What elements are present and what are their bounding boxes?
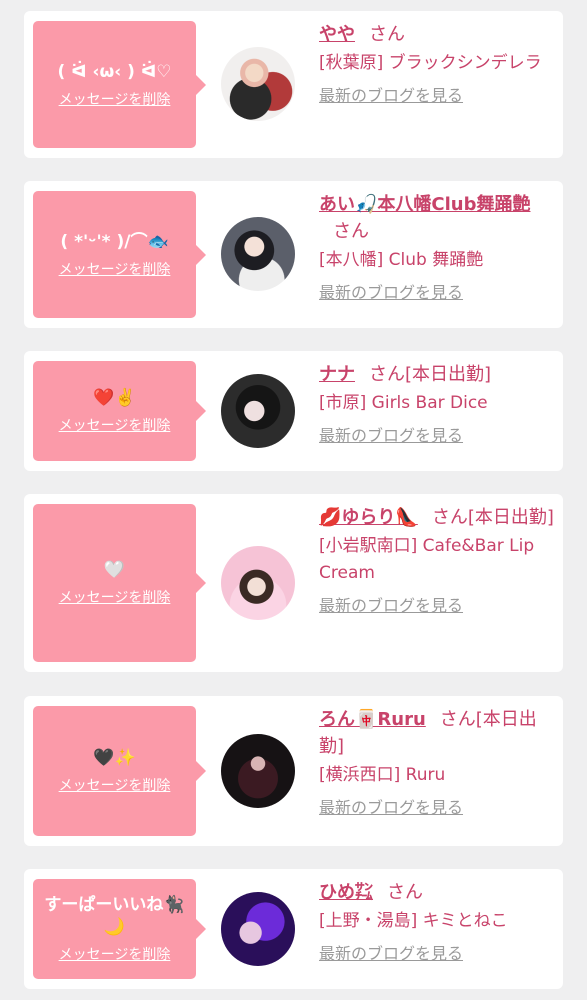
latest-blog-link[interactable]: 最新のブログを見る [319,85,463,107]
honorific: さん[本日出勤] [431,507,554,528]
avatar[interactable] [221,47,295,121]
cast-info: 💋ゆらり👠 さん[本日出勤] [小岩駅南口] Cafe&Bar Lip Cream… [319,504,555,617]
message-bubble: ( *'ᵕ'* )/⌒🐟 メッセージを削除 [33,191,206,318]
message-card: ( ᐛ ‹ω‹ ) ᐛ♡ メッセージを削除 やや さん [秋葉原] ブラックシンデ… [24,11,563,158]
cast-name-link[interactable]: ろん🀄Ruru [319,709,426,730]
cast-name-link[interactable]: やや [319,24,355,45]
message-card: 🤍 メッセージを削除 💋ゆらり👠 さん[本日出勤] [小岩駅南口] Cafe&Ba… [24,494,563,672]
delete-message-link[interactable]: メッセージを削除 [59,259,171,279]
latest-blog-link[interactable]: 最新のブログを見る [319,943,463,965]
shop-name: [横浜西口] Ruru [319,765,446,785]
message-bubble: すーぱーいいね🐈‍⬛🌙 メッセージを削除 [33,879,206,979]
shop-name: [小岩駅南口] Cafe&Bar Lip Cream [319,536,535,583]
shop-name: [秋葉原] ブラックシンデレラ [319,53,542,73]
cast-info: ひめ㌠ さん [上野・湯島] キミとねこ 最新のブログを見る [319,879,555,965]
honorific: さん [333,221,369,242]
latest-blog-link[interactable]: 最新のブログを見る [319,797,463,819]
message-card: すーぱーいいね🐈‍⬛🌙 メッセージを削除 ひめ㌠ さん [上野・湯島] キミとねこ… [24,869,563,989]
message-text: ( ᐛ ‹ω‹ ) ᐛ♡ [57,61,172,82]
latest-blog-link[interactable]: 最新のブログを見る [319,425,463,447]
avatar[interactable] [221,374,295,448]
avatar[interactable] [221,734,295,808]
cast-info: あい🎣本八幡Club舞踊艶さん [本八幡] Club 舞踊艶 最新のブログを見る [319,191,555,304]
cast-name-link[interactable]: ナナ [319,364,355,385]
message-text: 🤍 [103,560,126,580]
message-text: 🖤✨ [93,748,136,768]
honorific: さん [369,24,405,45]
message-text: ❤️✌️ [93,388,136,408]
message-text: すーぱーいいね🐈‍⬛🌙 [44,895,185,937]
message-bubble: ( ᐛ ‹ω‹ ) ᐛ♡ メッセージを削除 [33,21,206,148]
delete-message-link[interactable]: メッセージを削除 [59,775,171,795]
honorific: さん [387,882,423,903]
delete-message-link[interactable]: メッセージを削除 [59,415,171,435]
latest-blog-link[interactable]: 最新のブログを見る [319,595,463,617]
message-card: ( *'ᵕ'* )/⌒🐟 メッセージを削除 あい🎣本八幡Club舞踊艶さん [本… [24,181,563,328]
cast-name-link[interactable]: ひめ㌠ [319,882,373,903]
avatar[interactable] [221,892,295,966]
cast-info: やや さん [秋葉原] ブラックシンデレラ 最新のブログを見る [319,21,555,107]
avatar[interactable] [221,546,295,620]
delete-message-link[interactable]: メッセージを削除 [59,587,171,607]
shop-name: [本八幡] Club 舞踊艶 [319,250,484,270]
message-bubble: 🖤✨ メッセージを削除 [33,706,206,836]
delete-message-link[interactable]: メッセージを削除 [59,944,171,964]
message-list: ( ᐛ ‹ω‹ ) ᐛ♡ メッセージを削除 やや さん [秋葉原] ブラックシンデ… [0,0,587,1000]
cast-name-link[interactable]: 💋ゆらり👠 [319,507,418,528]
latest-blog-link[interactable]: 最新のブログを見る [319,282,463,304]
shop-name: [市原] Girls Bar Dice [319,393,488,413]
honorific: さん[本日出勤] [369,364,492,385]
message-bubble: ❤️✌️ メッセージを削除 [33,361,206,461]
shop-name: [上野・湯島] キミとねこ [319,911,508,931]
message-card: ❤️✌️ メッセージを削除 ナナ さん[本日出勤] [市原] Girls Bar … [24,351,563,471]
cast-info: ナナ さん[本日出勤] [市原] Girls Bar Dice 最新のブログを見る [319,361,555,447]
message-text: ( *'ᵕ'* )/⌒🐟 [60,231,169,252]
message-bubble: 🤍 メッセージを削除 [33,504,206,662]
cast-name-link[interactable]: あい🎣本八幡Club舞踊艶 [319,194,531,215]
delete-message-link[interactable]: メッセージを削除 [59,89,171,109]
message-card: 🖤✨ メッセージを削除 ろん🀄Ruru さん[本日出勤] [横浜西口] Ruru … [24,696,563,846]
avatar[interactable] [221,217,295,291]
cast-info: ろん🀄Ruru さん[本日出勤] [横浜西口] Ruru 最新のブログを見る [319,706,555,819]
